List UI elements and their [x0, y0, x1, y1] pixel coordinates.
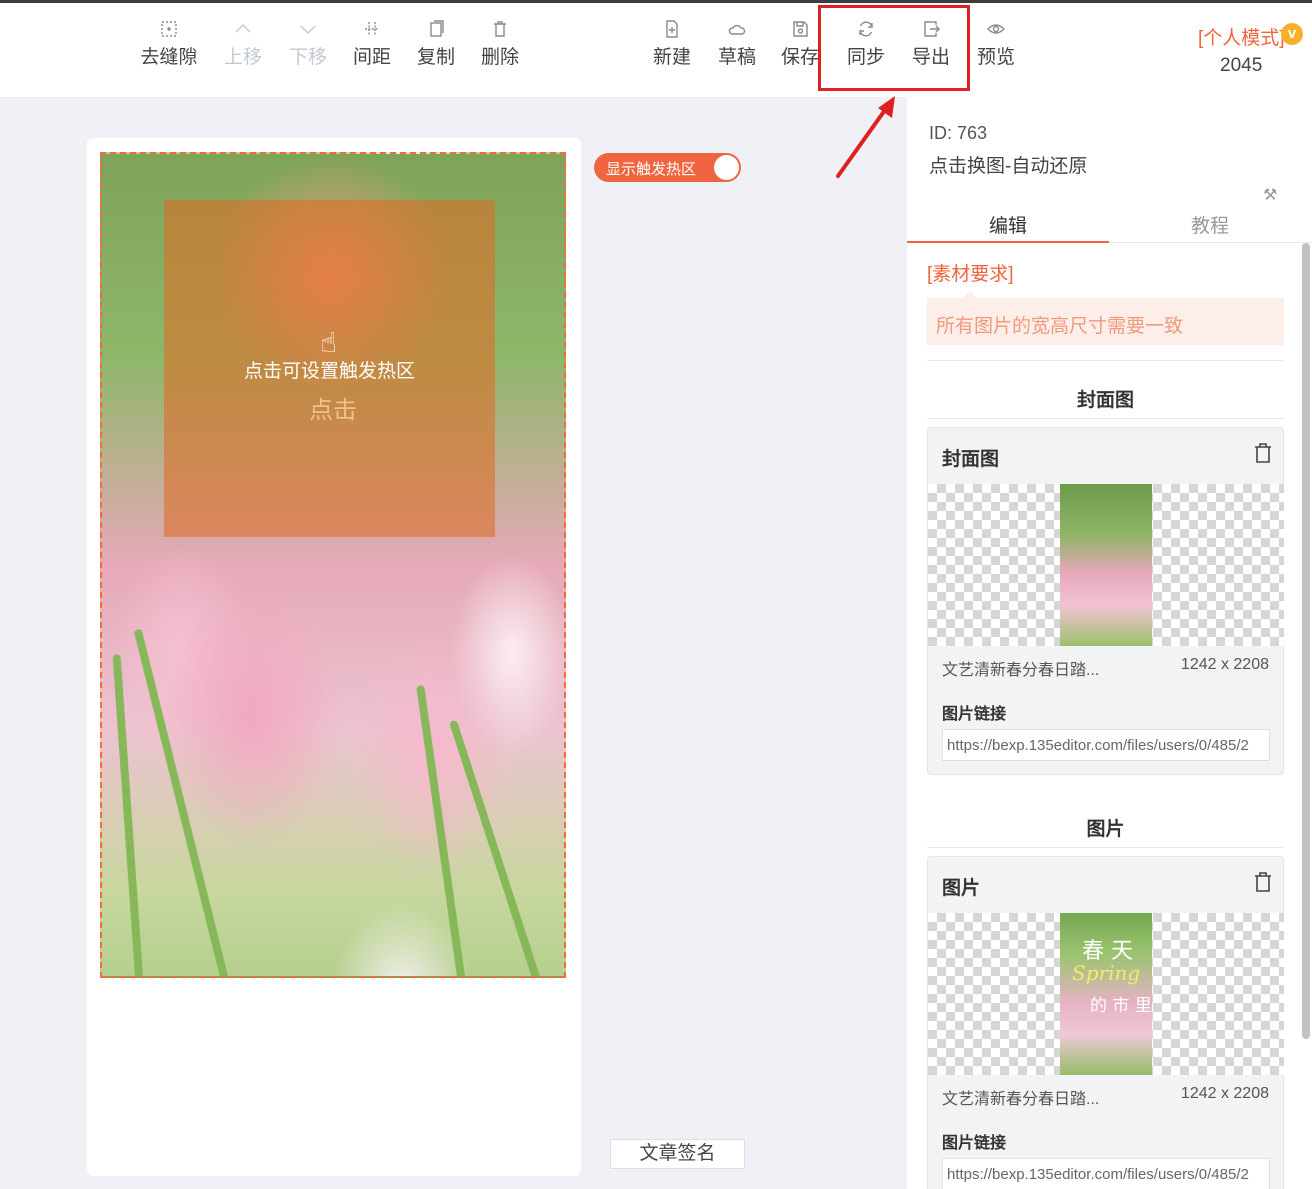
trash-icon[interactable]	[1253, 442, 1273, 469]
delete-button[interactable]: 删除	[468, 19, 532, 71]
tab-tutorial[interactable]: 教程	[1109, 211, 1311, 238]
panel-scrollbar[interactable]	[1302, 243, 1310, 1039]
stem-decoration	[112, 654, 144, 976]
card-title: 图片	[942, 878, 981, 899]
move-down-label: 下移	[288, 47, 327, 68]
new-file-icon	[640, 19, 704, 45]
copy-icon	[404, 19, 468, 45]
spacing-button[interactable]: 间距	[340, 19, 404, 71]
trash-icon	[468, 19, 532, 45]
divider	[927, 360, 1284, 361]
panel-tabs: 编辑 教程	[907, 201, 1312, 243]
section-heading-image: 图片	[1086, 819, 1125, 840]
hotzone-hint: 点击可设置触发热区	[243, 361, 415, 382]
image-size: 1242 x 2208	[1180, 1085, 1269, 1102]
stem-decoration	[448, 719, 544, 976]
move-up-button[interactable]: 上移	[211, 19, 275, 71]
thumb-text: Spring	[1072, 961, 1141, 985]
chevron-down-icon	[276, 19, 340, 45]
spacing-icon	[340, 19, 404, 45]
preview-label: 预览	[976, 47, 1015, 68]
card-title: 封面图	[942, 449, 1000, 470]
section-heading-cover: 封面图	[1076, 390, 1134, 411]
stem-decoration	[133, 628, 229, 976]
image-link-input[interactable]: https://bexp.135editor.com/files/users/0…	[942, 729, 1270, 761]
remove-gap-button[interactable]: 去缝隙	[137, 19, 201, 71]
image-preview[interactable]: 春 天 Spring 的 市 里	[928, 913, 1284, 1075]
vip-badge: v	[1281, 23, 1303, 45]
divider	[927, 847, 1284, 848]
requirements-tip: 所有图片的宽高尺寸需要一致	[927, 291, 1284, 345]
image-link-input[interactable]: https://bexp.135editor.com/files/users/0…	[942, 1158, 1270, 1189]
image-link-label: 图片链接	[942, 1135, 1007, 1152]
image-link-label: 图片链接	[942, 706, 1007, 723]
requirements-text: 所有图片的宽高尺寸需要一致	[936, 316, 1184, 337]
copy-label: 复制	[416, 47, 455, 68]
spacing-label: 间距	[352, 47, 391, 68]
chevron-up-icon	[211, 19, 275, 45]
dotted-square-icon	[137, 19, 201, 45]
annotation-arrow-icon	[836, 96, 895, 178]
thumb-text: 的 市 里	[1090, 996, 1152, 1016]
template-name: 点击换图-自动还原	[929, 156, 1088, 177]
pointer-hand-icon: ☝	[320, 327, 338, 358]
cover-image-card: 封面图 文艺清新春分春日踏... 1242 x 2208 图片链接 https:…	[927, 427, 1284, 775]
tab-edit[interactable]: 编辑	[907, 211, 1109, 238]
image-size: 1242 x 2208	[1180, 656, 1269, 673]
cover-thumbnail	[1060, 484, 1152, 646]
points-count: 2045	[1220, 55, 1263, 76]
template-id: ID: 763	[929, 123, 988, 143]
image-preview[interactable]	[928, 484, 1284, 646]
toggle-knob	[714, 155, 739, 180]
show-hotzone-toggle[interactable]: 显示触发热区	[594, 153, 741, 182]
image-card: 图片 春 天 Spring 的 市 里 文艺清新春分春日踏... 1242 x …	[927, 856, 1284, 1189]
spring-thumbnail: 春 天 Spring 的 市 里	[1060, 913, 1152, 1075]
top-toolbar: 去缝隙 上移 下移 间距 复制 删除 新建 草稿 保存 同步 导出 预览 [个人…	[0, 3, 1312, 97]
divider	[927, 418, 1284, 419]
move-down-button[interactable]: 下移	[276, 19, 340, 71]
preview-button[interactable]: 预览	[964, 19, 1028, 71]
properties-panel: ID: 763 点击换图-自动还原 ⚒ 编辑 教程 [素材要求] 所有图片的宽高…	[907, 97, 1312, 1189]
draft-label: 草稿	[717, 47, 756, 68]
hotzone-click-label: 点击	[309, 397, 357, 424]
cloud-icon	[705, 19, 769, 45]
annotation-highlight-box	[818, 5, 970, 91]
requirements-title: [素材要求]	[927, 264, 1014, 285]
move-up-label: 上移	[223, 47, 262, 68]
draft-button[interactable]: 草稿	[705, 19, 769, 71]
remove-gap-label: 去缝隙	[140, 47, 198, 68]
active-tab-indicator	[907, 241, 1109, 243]
copy-button[interactable]: 复制	[404, 19, 468, 71]
delete-label: 删除	[480, 47, 519, 68]
toggle-label: 显示触发热区	[606, 161, 697, 178]
file-name: 文艺清新春分春日踏...	[942, 662, 1100, 679]
eye-icon	[964, 19, 1028, 45]
file-name: 文艺清新春分春日踏...	[942, 1091, 1100, 1108]
personal-mode-link[interactable]: [个人模式]	[1198, 23, 1285, 50]
new-label: 新建	[652, 47, 691, 68]
article-signature-button[interactable]: 文章签名	[610, 1139, 745, 1169]
new-button[interactable]: 新建	[640, 19, 704, 71]
trash-icon[interactable]	[1253, 871, 1273, 898]
